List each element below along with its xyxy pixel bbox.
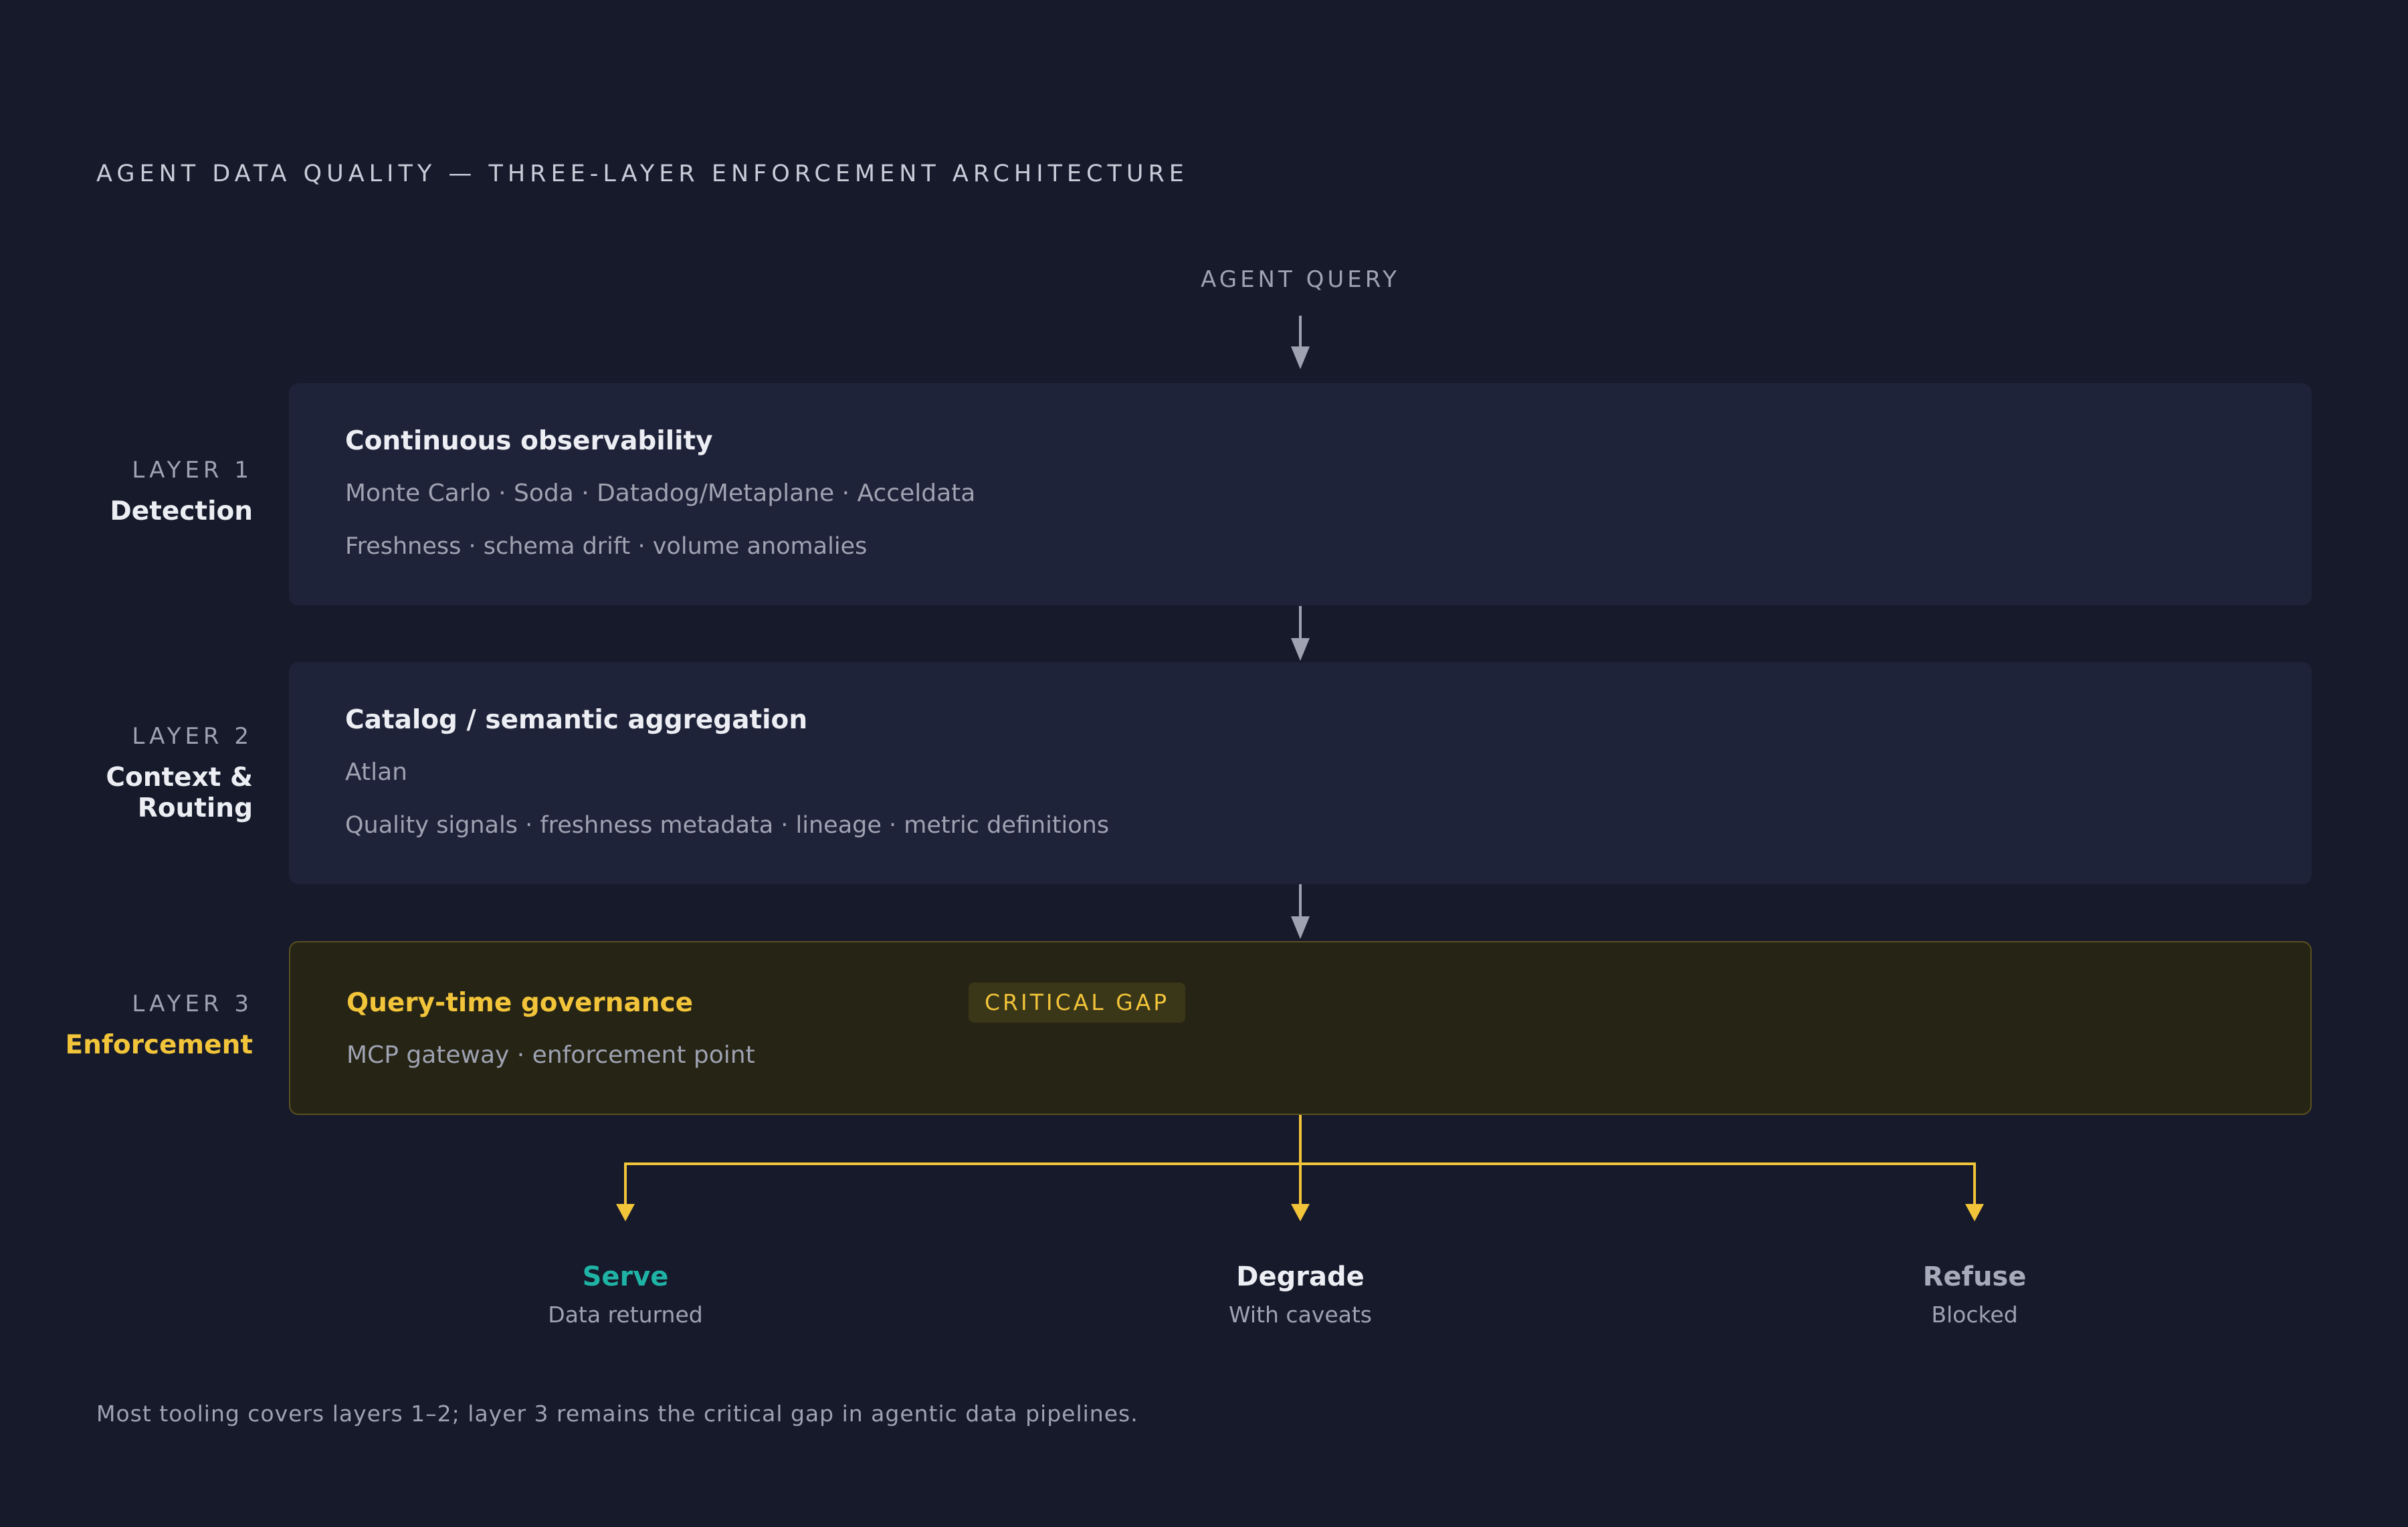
- layer-2-signals: Quality signals · freshness metadata · l…: [345, 812, 1110, 839]
- arrowhead-refuse: [1965, 1204, 1984, 1221]
- outcome-serve-sub: Data returned: [548, 1302, 703, 1328]
- layer-1-label: LAYER 1 Detection: [110, 456, 253, 527]
- outcome-refuse-sub: Blocked: [1931, 1302, 2018, 1328]
- critical-gap-badge: CRITICAL GAP: [969, 983, 1186, 1023]
- layer-1-tools: Monte Carlo · Soda · Datadog/Metaplane ·…: [345, 480, 976, 507]
- layer-1-name: Detection: [110, 496, 253, 526]
- layer-1-heading: Continuous observability: [345, 426, 713, 456]
- layer-1-signals: Freshness · schema drift · volume anomal…: [345, 533, 868, 560]
- footer-note: Most tooling covers layers 1–2; layer 3 …: [96, 1401, 1138, 1427]
- outcome-serve-name: Serve: [582, 1261, 669, 1292]
- layer-3-label: LAYER 3 Enforcement: [66, 990, 253, 1061]
- layer-3-tools: MCP gateway · enforcement point: [346, 1041, 755, 1069]
- layer-2-name: Context & Routing: [106, 762, 253, 823]
- outcome-degrade-name: Degrade: [1236, 1261, 1365, 1292]
- layer-1-panel: Continuous observability Monte Carlo · S…: [289, 383, 2312, 605]
- outcome-degrade: Degrade With caveats: [1167, 1261, 1434, 1328]
- outcome-serve: Serve Data returned: [492, 1261, 759, 1328]
- layer-2-number: LAYER 2: [132, 723, 253, 750]
- layer-2-panel: Catalog / semantic aggregation Atlan Qua…: [289, 662, 2312, 884]
- outcome-refuse: Refuse Blocked: [1841, 1261, 2108, 1328]
- arrowhead-serve: [616, 1204, 635, 1221]
- arrowhead-degrade: [1291, 1204, 1310, 1221]
- arrowhead-query-to-layer-1: [1291, 346, 1310, 369]
- arrowhead-layer-2-to-layer-3: [1291, 916, 1310, 939]
- layer-3-panel: Query-time governance CRITICAL GAP MCP g…: [289, 941, 2312, 1115]
- architecture-diagram: AGENT DATA QUALITY — THREE-LAYER ENFORCE…: [0, 0, 2408, 1527]
- layer-3-name: Enforcement: [65, 1030, 253, 1060]
- outcome-refuse-name: Refuse: [1922, 1261, 2027, 1292]
- layer-2-tools: Atlan: [345, 758, 407, 786]
- arrowhead-layer-1-to-layer-2: [1291, 638, 1310, 661]
- layer-3-number: LAYER 3: [132, 991, 253, 1017]
- layer-2-heading: Catalog / semantic aggregation: [345, 705, 808, 735]
- layer-1-number: LAYER 1: [132, 457, 253, 484]
- outcome-degrade-sub: With caveats: [1229, 1302, 1372, 1328]
- layer-2-label: LAYER 2 Context & Routing: [79, 722, 253, 824]
- layer-3-heading: Query-time governance: [346, 988, 694, 1018]
